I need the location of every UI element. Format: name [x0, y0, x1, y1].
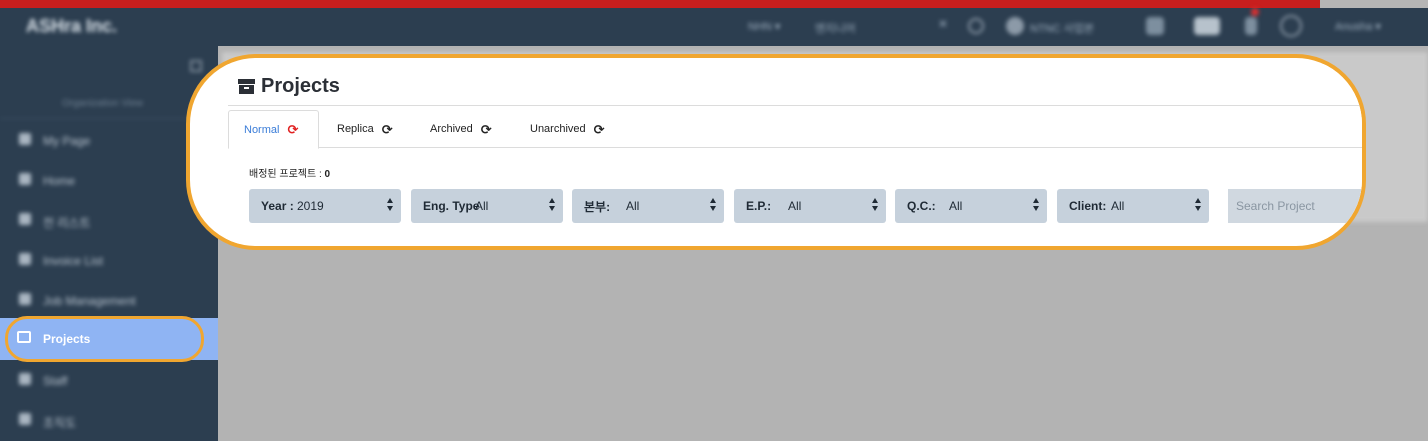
filter-label: Client: [1069, 199, 1107, 213]
staff-icon [19, 373, 31, 385]
sidebar-item-label: Staff [43, 374, 68, 388]
select-caret-icon [710, 198, 716, 212]
search-input[interactable] [1228, 189, 1362, 223]
user-chip-label[interactable]: NTNC 사업본 [1030, 20, 1094, 36]
user-chip-avatar[interactable] [1006, 17, 1024, 35]
filter-label: 본부: [584, 199, 611, 214]
filter-value: All [949, 199, 963, 213]
tab-archived[interactable]: Archived ⟳ [430, 110, 492, 148]
filter-ep-select[interactable]: E.P.: All [734, 189, 886, 223]
sidebar-item-org-chart[interactable]: 조직도 [0, 402, 218, 438]
sidebar-item-label: My Page [43, 134, 91, 148]
org-chart-icon [19, 413, 31, 425]
filter-eng-type-select[interactable]: Eng. Type All [411, 189, 563, 223]
list-icon [19, 213, 31, 225]
assigned-count: 0 [324, 169, 331, 180]
search-icon[interactable] [968, 18, 984, 34]
archive-box-icon [238, 78, 255, 94]
sidebar-item-invoice[interactable]: Invoice List [0, 242, 218, 278]
filter-client-select[interactable]: Client: All [1057, 189, 1209, 223]
filter-value: All [1111, 199, 1125, 213]
assigned-projects-count: 배정된 프로젝트 : 0 [249, 165, 330, 180]
flag-icon[interactable] [1194, 17, 1220, 35]
select-caret-icon [549, 198, 555, 212]
topbar-menu-2[interactable]: 엔지니어 [815, 20, 855, 36]
divider [228, 105, 1362, 106]
sidebar-item-label: Home [43, 174, 76, 188]
projects-panel: Projects Normal ⟳ Replica ⟳ Archived ⟳ U… [190, 58, 1362, 246]
sidebar-item-label: 전 리스트 [43, 216, 91, 230]
brand-logo[interactable]: ASHra Inc. [26, 16, 117, 37]
sidebar-item-staff[interactable]: Staff [0, 362, 218, 398]
tab-normal[interactable]: Normal ⟳ [228, 110, 319, 149]
filter-value: 2019 [297, 199, 324, 213]
tab-label: Unarchived [530, 123, 586, 135]
jobs-icon [19, 293, 31, 305]
refresh-icon[interactable]: ⟳ [382, 123, 393, 136]
filter-value: All [475, 199, 489, 213]
sidebar-item-label: Invoice List [43, 254, 104, 268]
filter-value: All [626, 199, 640, 213]
app-window: ASHra Inc. NHN ▾ 엔지니어 ✕ NTNC 사업본 Anusha … [0, 0, 1428, 441]
user-icon [19, 133, 31, 145]
select-caret-icon [872, 198, 878, 212]
refresh-icon[interactable]: ⟳ [481, 123, 492, 136]
profile-menu[interactable]: Anusha ▾ [1335, 20, 1381, 33]
page-title-text: Projects [261, 74, 340, 97]
sidebar-org-label: Organization View [62, 98, 143, 109]
help-icon[interactable] [1280, 15, 1302, 37]
tab-replica[interactable]: Replica ⟳ [337, 110, 393, 148]
select-caret-icon [1195, 198, 1201, 212]
sidebar-blurred: Organization View My Page Home 전 리스트 Inv… [0, 46, 218, 441]
notification-badge [1251, 8, 1259, 16]
page-title: Projects [238, 72, 340, 100]
topbar-blurred: ASHra Inc. NHN ▾ 엔지니어 ✕ NTNC 사업본 Anusha … [0, 8, 1428, 46]
refresh-icon[interactable]: ⟳ [287, 123, 298, 136]
highlight-ring-sidebar [5, 316, 204, 362]
filter-label: E.P.: [746, 199, 772, 213]
sidebar-item-label: Job Management [43, 294, 136, 308]
tab-label: Replica [337, 123, 374, 135]
filter-year-select[interactable]: Year : 2019 [249, 189, 401, 223]
topbar-menu-1[interactable]: NHN ▾ [748, 20, 780, 33]
tab-bar: Normal ⟳ Replica ⟳ Archived ⟳ Unarchived… [228, 110, 1362, 149]
sidebar-item-label: 조직도 [43, 416, 77, 430]
topbar: ASHra Inc. NHN ▾ 엔지니어 ✕ NTNC 사업본 Anusha … [0, 8, 1428, 46]
select-caret-icon [387, 198, 393, 212]
refresh-icon[interactable]: ⟳ [594, 123, 605, 136]
close-icon[interactable]: ✕ [938, 17, 948, 35]
sidebar: Organization View My Page Home 전 리스트 Inv… [0, 46, 218, 441]
filter-qc-select[interactable]: Q.C.: All [895, 189, 1047, 223]
filter-label: Eng. Type [423, 199, 480, 213]
filter-label: Year : [261, 199, 294, 213]
home-icon [19, 173, 31, 185]
invoice-icon [19, 253, 31, 265]
filter-division-select[interactable]: 본부: All [572, 189, 724, 223]
sidebar-item-list[interactable]: 전 리스트 [0, 202, 218, 238]
tab-unarchived[interactable]: Unarchived ⟳ [530, 110, 605, 148]
tab-label: Normal [244, 123, 280, 136]
sidebar-item-jobs[interactable]: Job Management [0, 282, 218, 318]
tab-label: Archived [430, 123, 473, 135]
select-caret-icon [1033, 198, 1039, 212]
briefcase-icon[interactable] [1146, 17, 1164, 35]
filter-value: All [788, 199, 802, 213]
assigned-label: 배정된 프로젝트 : [249, 169, 322, 180]
bell-icon[interactable] [1245, 17, 1257, 35]
filter-label: Q.C.: [907, 199, 936, 213]
top-accent-bar [0, 0, 1320, 8]
highlight-ring-panel: Projects Normal ⟳ Replica ⟳ Archived ⟳ U… [186, 54, 1366, 250]
